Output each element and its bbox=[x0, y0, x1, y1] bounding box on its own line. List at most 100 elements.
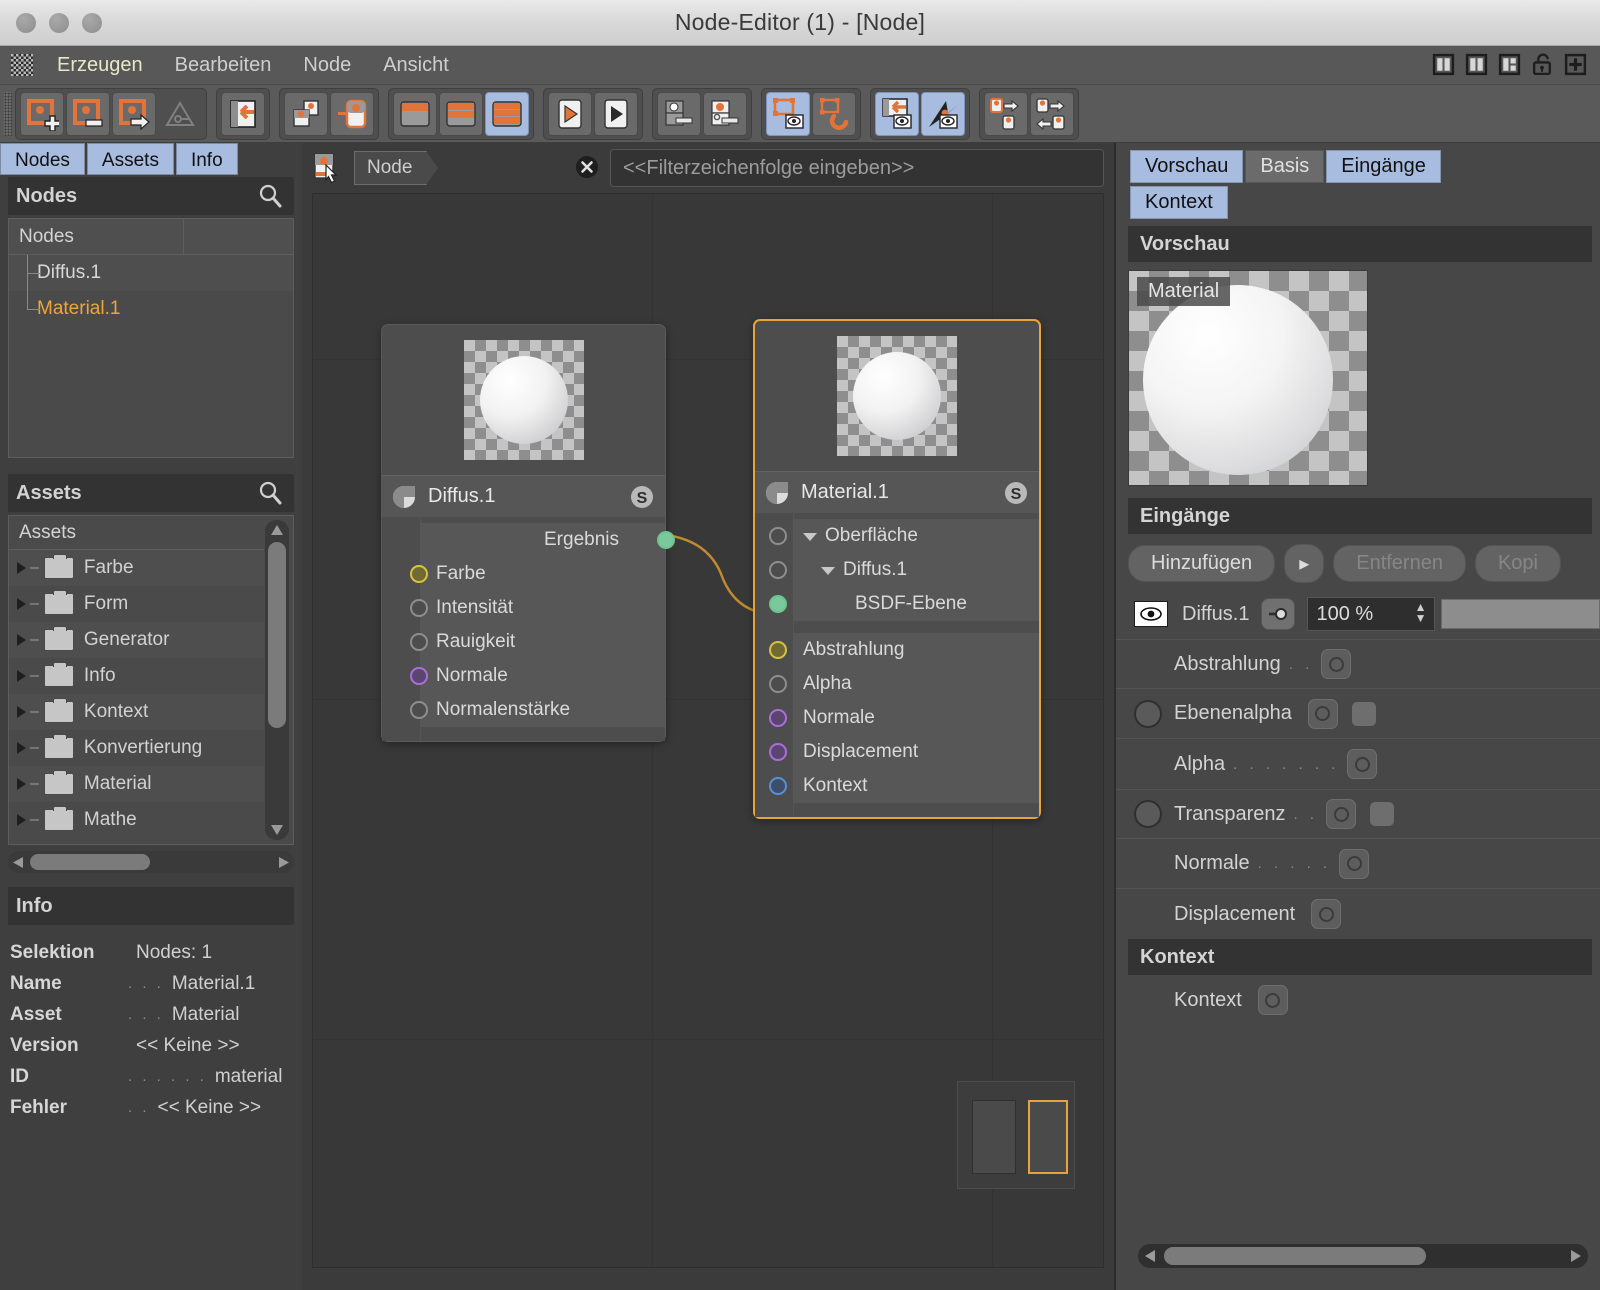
node-badge-s-icon[interactable]: S bbox=[1003, 480, 1029, 506]
lock-open-icon[interactable] bbox=[1530, 52, 1555, 77]
attributes-horizontal-scrollbar[interactable] bbox=[1138, 1244, 1588, 1268]
port-dot-rauigkeit[interactable] bbox=[410, 633, 428, 651]
assets-hscroll-thumb[interactable] bbox=[30, 854, 150, 870]
node-tree-row-oberflaeche[interactable]: Oberfläche bbox=[755, 519, 1039, 553]
port-dot-oberflaeche[interactable] bbox=[769, 527, 787, 545]
tree-expander-icon[interactable] bbox=[821, 559, 843, 581]
close-button[interactable] bbox=[16, 13, 36, 33]
port-button-kontext[interactable] bbox=[1257, 985, 1288, 1015]
expand-arrow-icon[interactable] bbox=[17, 814, 26, 826]
play-orange-icon[interactable] bbox=[548, 91, 592, 136]
node-tree-row-diffus[interactable]: Diffus.1 bbox=[755, 553, 1039, 587]
minimize-button[interactable] bbox=[49, 13, 69, 33]
ports-two-icon[interactable] bbox=[439, 91, 483, 136]
scroll-right-arrow-icon[interactable] bbox=[277, 856, 290, 874]
assets-horizontal-scrollbar[interactable] bbox=[8, 851, 294, 873]
clear-circle-icon[interactable] bbox=[574, 154, 600, 180]
assets-vertical-scrollbar[interactable] bbox=[265, 520, 289, 840]
scroll-down-arrow-icon[interactable] bbox=[265, 820, 289, 840]
tab-assets[interactable]: Assets bbox=[86, 143, 174, 175]
add-input-dropdown-button[interactable]: ▸ bbox=[1284, 544, 1325, 583]
menu-item-node[interactable]: Node bbox=[287, 54, 367, 77]
expand-arrow-icon[interactable] bbox=[17, 706, 26, 718]
expand-arrow-icon[interactable] bbox=[17, 742, 26, 754]
input-row-normale[interactable]: Normale . . . . . bbox=[1116, 839, 1600, 889]
port-button-normale[interactable] bbox=[1339, 848, 1370, 879]
port-dot-diffus[interactable] bbox=[769, 561, 787, 579]
port-dot-abstrahlung[interactable] bbox=[769, 641, 787, 659]
window-controls[interactable] bbox=[16, 13, 102, 33]
stepper-icon[interactable]: ▲ ▼ bbox=[1415, 601, 1427, 624]
frame-eye-icon[interactable] bbox=[766, 91, 810, 136]
node-arrow-icon[interactable] bbox=[112, 91, 156, 136]
tab-nodes[interactable]: Nodes bbox=[0, 143, 85, 175]
menu-grip-icon[interactable] bbox=[11, 54, 33, 76]
port-dot-ergebnis[interactable] bbox=[657, 531, 675, 549]
port-dot-kontext[interactable] bbox=[769, 777, 787, 795]
port-dot-intensitaet[interactable] bbox=[410, 599, 428, 617]
split-layout-icon[interactable] bbox=[1497, 52, 1522, 77]
add-input-button[interactable]: Hinzufügen bbox=[1128, 545, 1276, 582]
group-into-icon[interactable] bbox=[221, 91, 265, 136]
menu-item-ansicht[interactable]: Ansicht bbox=[367, 54, 465, 77]
layer-row-diffus[interactable]: Diffus.1 100 % ▲ ▼ bbox=[1116, 589, 1600, 639]
copy-input-button[interactable]: Kopi bbox=[1474, 545, 1561, 582]
port-button-abstrahlung[interactable] bbox=[1321, 649, 1352, 679]
breadcrumb[interactable]: Node bbox=[354, 151, 439, 185]
input-row-abstrahlung[interactable]: Abstrahlung . . bbox=[1116, 639, 1600, 689]
radio-transparenz[interactable] bbox=[1134, 800, 1162, 828]
menu-item-bearbeiten[interactable]: Bearbeiten bbox=[159, 54, 288, 77]
asset-item-material[interactable]: – Material bbox=[9, 766, 264, 802]
port-dot-farbe[interactable] bbox=[410, 565, 428, 583]
expand-arrow-icon[interactable] bbox=[17, 598, 26, 610]
port-button-alpha[interactable] bbox=[1347, 749, 1378, 779]
node-input-row[interactable]: Displacement bbox=[755, 735, 1039, 769]
node-input-row[interactable]: Intensität bbox=[382, 591, 665, 625]
value-swatch-transparenz[interactable] bbox=[1370, 802, 1395, 826]
port-dot-bsdf-ebene[interactable] bbox=[769, 595, 787, 613]
node-input-row[interactable]: Alpha bbox=[755, 667, 1039, 701]
triangle-disabled-icon[interactable] bbox=[158, 92, 202, 136]
port-dot-normalenstaerke[interactable] bbox=[410, 701, 428, 719]
plus-icon[interactable] bbox=[1563, 52, 1588, 77]
value-swatch-ebenenalpha[interactable] bbox=[1351, 701, 1376, 726]
asset-item-generator[interactable]: – Generator bbox=[9, 622, 264, 658]
port-button-displacement[interactable] bbox=[1311, 899, 1342, 929]
nodes-list-item-diffus[interactable]: Diffus.1 bbox=[9, 255, 293, 291]
filter-input[interactable]: <<Filterzeichenfolge eingeben>> bbox=[610, 149, 1104, 187]
minimap[interactable] bbox=[957, 1081, 1075, 1189]
maximize-button[interactable] bbox=[82, 13, 102, 33]
search-icon[interactable] bbox=[256, 182, 284, 210]
node-minus-icon[interactable] bbox=[66, 91, 110, 136]
node-title-bar[interactable]: Diffus.1 S bbox=[382, 475, 665, 517]
asset-item-info[interactable]: – Info bbox=[9, 658, 264, 694]
asset-item-konvertierung[interactable]: – Konvertierung bbox=[9, 730, 264, 766]
port-orange-icon[interactable] bbox=[703, 91, 747, 136]
split-vertical-icon[interactable] bbox=[1431, 52, 1456, 77]
node-input-row[interactable]: Normale bbox=[382, 659, 665, 693]
port-white-icon[interactable] bbox=[657, 91, 701, 136]
node-input-row[interactable]: Kontext bbox=[755, 769, 1039, 803]
add-node-icon[interactable] bbox=[20, 91, 64, 136]
input-row-displacement[interactable]: Displacement bbox=[1116, 889, 1600, 939]
cursor-eye-icon[interactable] bbox=[921, 91, 965, 136]
input-row-ebenenalpha[interactable]: Ebenenalpha bbox=[1116, 689, 1600, 739]
asset-item-mathe[interactable]: – Mathe bbox=[9, 802, 264, 838]
remove-input-button[interactable]: Entfernen bbox=[1333, 545, 1466, 582]
scroll-left-arrow-icon[interactable] bbox=[12, 856, 25, 874]
search-icon[interactable] bbox=[256, 479, 284, 507]
radio-ebenenalpha[interactable] bbox=[1134, 699, 1162, 728]
tab-basis[interactable]: Basis bbox=[1245, 150, 1325, 183]
nodes-out-icon[interactable] bbox=[984, 91, 1028, 136]
play-black-icon[interactable] bbox=[594, 91, 638, 136]
nodes-list[interactable]: Nodes Diffus.1 Material.1 bbox=[8, 218, 294, 458]
node-output-row[interactable]: Ergebnis bbox=[382, 523, 675, 557]
port-dot-normale[interactable] bbox=[769, 709, 787, 727]
tab-vorschau[interactable]: Vorschau bbox=[1130, 150, 1244, 183]
port-button-transparenz[interactable] bbox=[1326, 799, 1357, 829]
tab-eingaenge[interactable]: Eingänge bbox=[1326, 150, 1441, 183]
toolbar-grip[interactable] bbox=[4, 91, 12, 136]
graph-canvas[interactable]: Diffus.1 S Ergebnis Farbe Intensität Rau… bbox=[312, 193, 1104, 1268]
node-input-row[interactable]: Rauigkeit bbox=[382, 625, 665, 659]
layout-eye-icon[interactable] bbox=[875, 91, 919, 136]
